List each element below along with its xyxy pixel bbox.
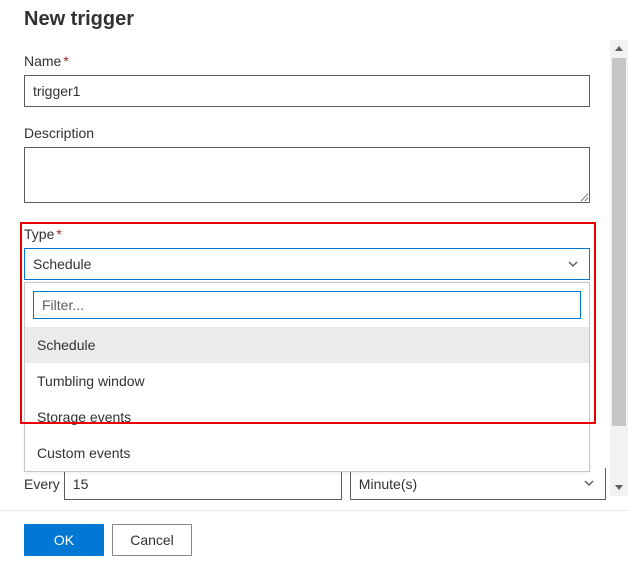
type-filter-input[interactable]	[33, 291, 581, 319]
type-label: Type*	[24, 226, 604, 242]
new-trigger-panel: New trigger Name* Description Type* Sche…	[0, 0, 604, 568]
scroll-up-button[interactable]	[610, 40, 628, 58]
ok-button[interactable]: OK	[24, 524, 104, 556]
type-option-custom-events[interactable]: Custom events	[25, 435, 589, 471]
every-label: Every	[24, 476, 60, 492]
page-title: New trigger	[24, 8, 604, 31]
type-option-storage-events[interactable]: Storage events	[25, 399, 589, 435]
footer-bar: OK Cancel	[0, 510, 628, 568]
type-field-group: Type* Schedule Schedule Tumbling window …	[24, 226, 604, 472]
scroll-thumb[interactable]	[612, 58, 626, 426]
cancel-button[interactable]: Cancel	[112, 524, 192, 556]
type-option-tumbling-window[interactable]: Tumbling window	[25, 363, 589, 399]
name-input[interactable]	[24, 75, 590, 107]
description-textarea[interactable]	[24, 147, 590, 203]
every-value-input[interactable]	[64, 468, 342, 500]
type-dropdown-panel: Schedule Tumbling window Storage events …	[24, 282, 590, 472]
required-asterisk: *	[56, 226, 61, 242]
name-field-group: Name*	[24, 53, 604, 107]
type-option-schedule[interactable]: Schedule	[25, 327, 589, 363]
every-unit-dropdown[interactable]: Minute(s)	[350, 468, 606, 500]
description-field-group: Description	[24, 125, 604, 208]
description-label: Description	[24, 125, 604, 141]
name-label: Name*	[24, 53, 604, 69]
chevron-down-icon	[583, 476, 595, 492]
scroll-down-button[interactable]	[610, 478, 628, 496]
chevron-down-icon	[567, 257, 579, 273]
type-dropdown[interactable]: Schedule	[24, 248, 590, 280]
every-unit-value: Minute(s)	[359, 476, 417, 492]
required-asterisk: *	[63, 53, 68, 69]
scrollbar-track[interactable]	[610, 40, 628, 496]
recurrence-row: Every Minute(s)	[24, 468, 614, 500]
type-selected-value: Schedule	[33, 256, 91, 272]
